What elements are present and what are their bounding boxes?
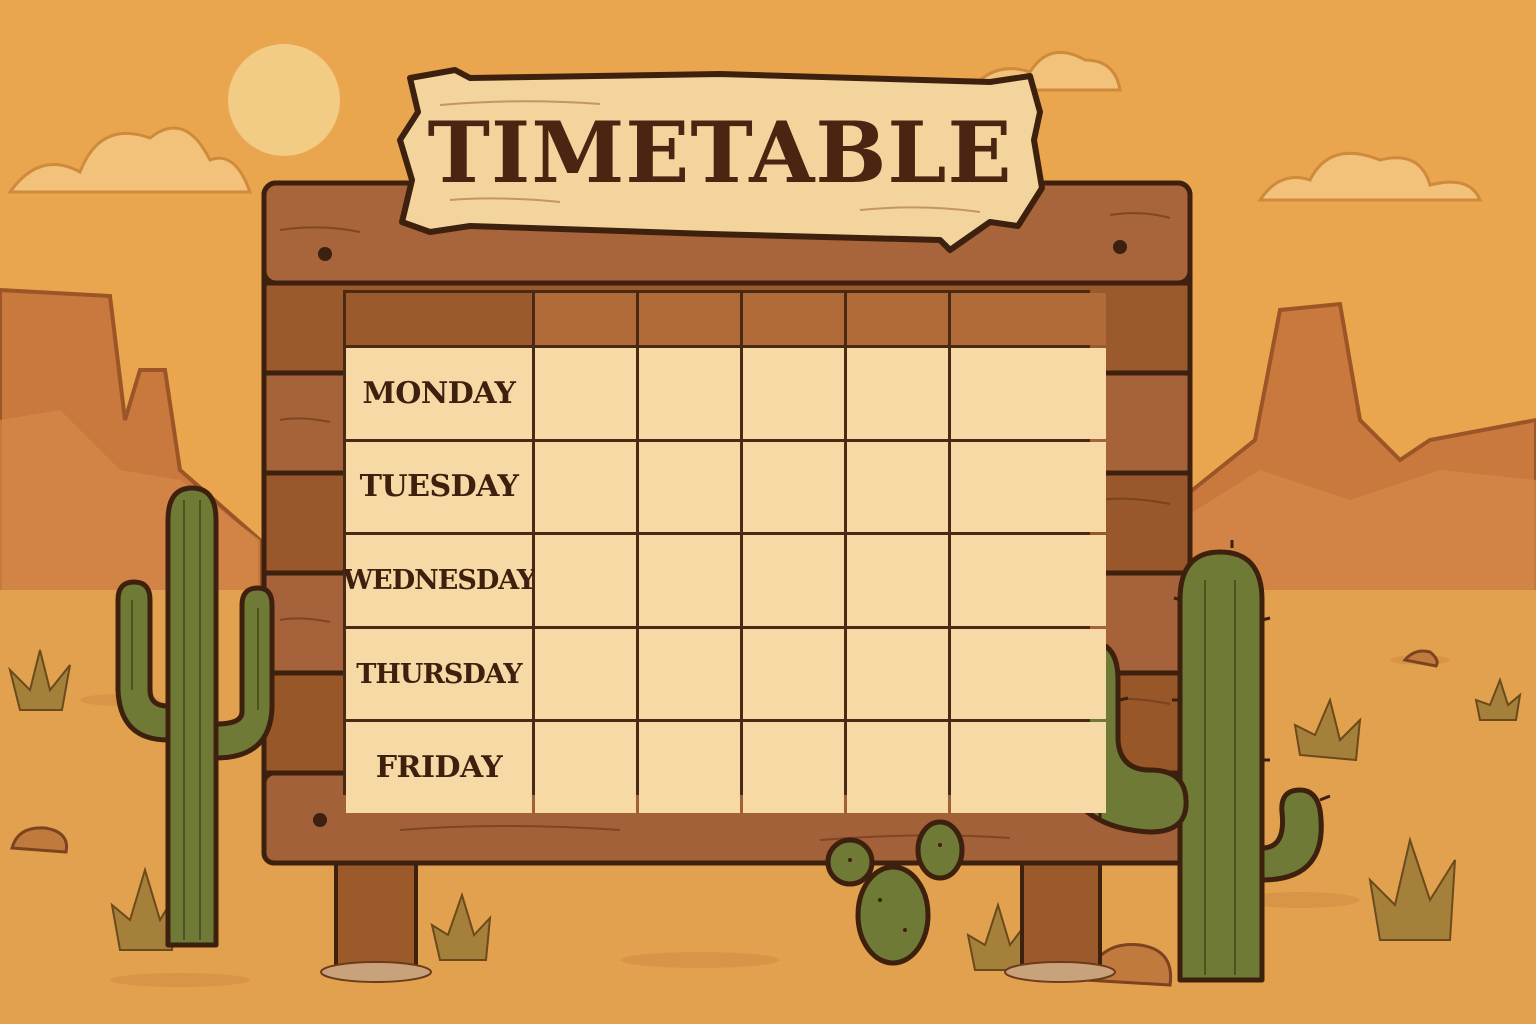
timetable-cell[interactable] <box>951 628 1106 720</box>
header-slot-cell <box>847 293 948 345</box>
timetable-cell[interactable] <box>847 628 948 720</box>
day-label-monday: MONDAY <box>346 348 532 439</box>
timetable-cell[interactable] <box>847 535 948 626</box>
timetable-cell[interactable] <box>847 722 948 813</box>
timetable-cell[interactable] <box>535 441 636 533</box>
header-slot-cell <box>951 293 1106 345</box>
timetable-cell[interactable] <box>847 441 948 533</box>
timetable-cell[interactable] <box>743 441 844 533</box>
day-label-tuesday: TUESDAY <box>346 441 532 533</box>
timetable-title: TIMETABLE <box>427 102 1013 202</box>
timetable-cell[interactable] <box>743 535 844 626</box>
timetable-cell[interactable] <box>847 348 948 439</box>
timetable-cell[interactable] <box>743 348 844 439</box>
header-slot-cell <box>535 293 636 345</box>
timetable-cell[interactable] <box>639 628 740 720</box>
timetable-cell[interactable] <box>743 722 844 813</box>
timetable-cell[interactable] <box>951 722 1106 813</box>
timetable-cell[interactable] <box>743 628 844 720</box>
timetable-cell[interactable] <box>951 348 1106 439</box>
timetable-grid: MONDAY TUESDAY WEDNESDAY THURSDAY FRIDAY <box>343 290 1106 813</box>
day-label-thursday: THURSDAY <box>346 628 532 720</box>
timetable-cell[interactable] <box>535 348 636 439</box>
sun-icon <box>228 44 340 156</box>
timetable-cell[interactable] <box>535 628 636 720</box>
timetable-scene: TIMETABLE MONDAY TUESDAY WEDNESDAY THURS… <box>0 0 1536 1024</box>
timetable-cell[interactable] <box>639 348 740 439</box>
timetable-cell[interactable] <box>639 722 740 813</box>
header-corner-cell <box>346 293 532 345</box>
header-slot-cell <box>639 293 740 345</box>
timetable-cell[interactable] <box>951 535 1106 626</box>
timetable-cell[interactable] <box>535 535 636 626</box>
timetable-cell[interactable] <box>535 722 636 813</box>
header-slot-cell <box>743 293 844 345</box>
timetable-cell[interactable] <box>951 441 1106 533</box>
day-label-friday: FRIDAY <box>346 722 532 813</box>
timetable-cell[interactable] <box>639 441 740 533</box>
timetable-cell[interactable] <box>639 535 740 626</box>
day-label-wednesday: WEDNESDAY <box>343 535 536 626</box>
